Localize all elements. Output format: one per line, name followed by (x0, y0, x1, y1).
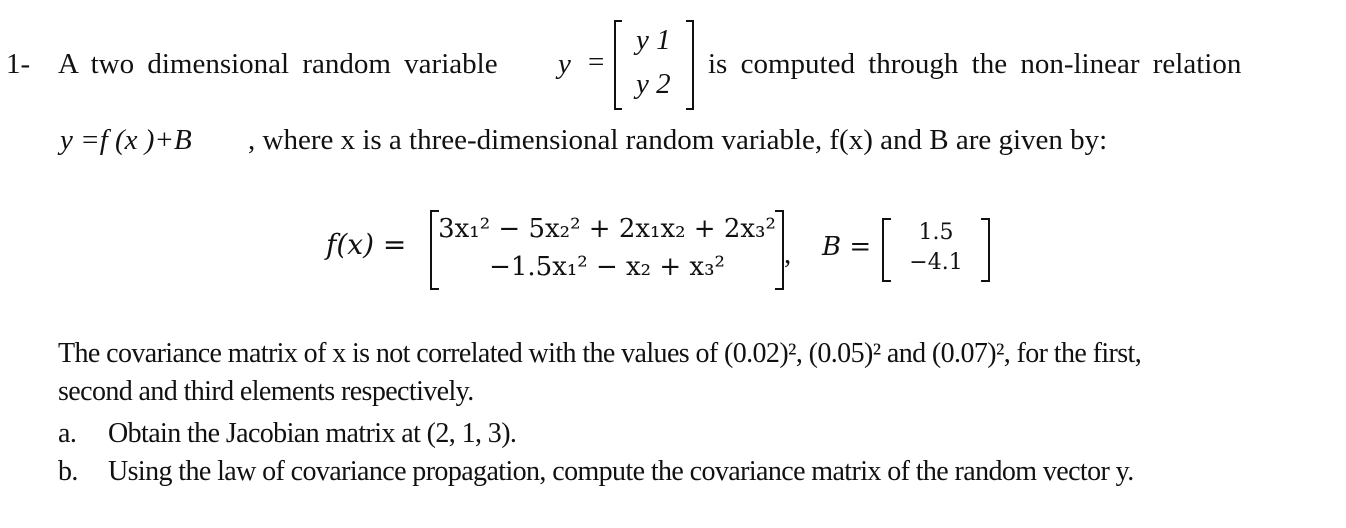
fx-matrix: 3x₁² − 5x₂² + 2x₁x₂ + 2x₃² −1.5x₁² − x₂ … (430, 210, 784, 290)
list-item-label: a. (58, 418, 77, 449)
b-row-2: −4.1 (909, 250, 963, 275)
fx-row-2: −1.5x₁² − x₂ + x₃² (489, 252, 725, 282)
fx-comma: , (784, 238, 792, 270)
fx-row-1: 3x₁² − 5x₂² + 2x₁x₂ + 2x₃² (438, 214, 776, 244)
y-symbol: y (558, 48, 571, 80)
y-vector-row-1: y 1 (636, 24, 671, 56)
b-label: B = (822, 232, 872, 262)
b-matrix: 1.5 −4.1 (882, 218, 990, 282)
list-item-a: a. Obtain the Jacobian matrix at (2, 1, 3… (58, 418, 517, 450)
covariance-text-line-2: second and third elements respectively. (58, 376, 474, 407)
b-row-1: 1.5 (918, 220, 954, 245)
list-item-b: b. Using the law of covariance propagatio… (58, 456, 1134, 488)
y-vector-matrix: y 1 y 2 (614, 20, 694, 110)
list-item-label: b. (58, 456, 78, 487)
relation-formula: y =f (x )+B (60, 124, 192, 156)
covariance-text-line-1: The covariance matrix of x is not correl… (58, 338, 1142, 369)
list-item-text: Using the law of covariance propagation,… (108, 456, 1134, 487)
list-item-text: Obtain the Jacobian matrix at (2, 1, 3). (108, 418, 517, 449)
equals-sign: = (588, 46, 605, 78)
intro-continuation: is computed through the non-linear relat… (708, 48, 1242, 80)
fx-label: f(x) = (326, 228, 407, 261)
y-vector-row-2: y 2 (636, 68, 671, 100)
problem-number: 1- (6, 48, 31, 80)
relation-description: , where x is a three-dimensional random … (248, 124, 1108, 156)
problem-intro-line: 1- A two dimensional random variable (6, 48, 498, 81)
intro-text: A two dimensional random variable (58, 48, 498, 80)
